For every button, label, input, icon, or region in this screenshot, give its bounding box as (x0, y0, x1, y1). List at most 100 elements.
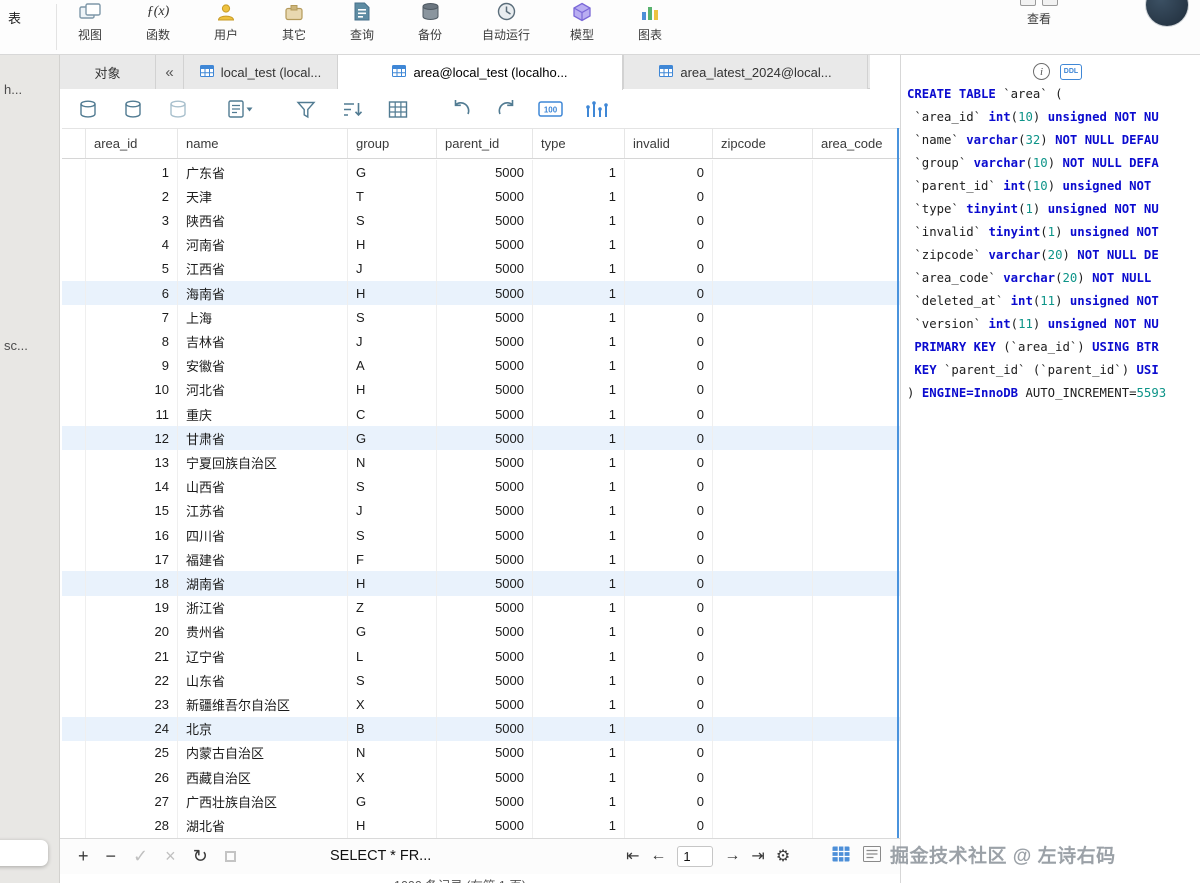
cell-area_id[interactable]: 19 (86, 595, 178, 620)
cell-type[interactable]: 1 (533, 595, 625, 620)
cell-area_id[interactable]: 10 (86, 377, 178, 403)
cell-parent_id[interactable]: 5000 (437, 450, 533, 475)
cell-zipcode[interactable] (713, 668, 813, 693)
cell-invalid[interactable]: 0 (625, 426, 713, 451)
column-header-area_id[interactable]: area_id (86, 129, 178, 158)
toolbar-item-viewmode[interactable]: 查看 (1010, 0, 1068, 54)
rollback-icon[interactable] (168, 98, 188, 120)
cell-type[interactable]: 1 (533, 498, 625, 524)
cell-zipcode[interactable] (713, 256, 813, 282)
cell-group[interactable]: J (348, 256, 437, 282)
cell-group[interactable]: L (348, 644, 437, 669)
cell-name[interactable]: 北京 (178, 716, 348, 741)
cell-group[interactable]: H (348, 281, 437, 306)
cell-area_id[interactable]: 15 (86, 498, 178, 524)
cell-area_id[interactable]: 23 (86, 692, 178, 717)
cell-parent_id[interactable]: 5000 (437, 740, 533, 766)
cell-group[interactable]: T (348, 184, 437, 209)
column-header-name[interactable]: name (178, 129, 348, 158)
cell-zipcode[interactable] (713, 619, 813, 645)
page-number-input[interactable] (677, 845, 714, 867)
cell-type[interactable]: 1 (533, 377, 625, 403)
cell-invalid[interactable]: 0 (625, 668, 713, 693)
cell-area_id[interactable]: 1 (86, 160, 178, 185)
panel-toggle-icon[interactable] (1020, 0, 1036, 6)
tab-area-table[interactable]: area@local_test (localho... (338, 55, 623, 90)
tabs-scroll-left-button[interactable]: « (156, 55, 184, 89)
cell-area_id[interactable]: 21 (86, 644, 178, 669)
cell-area_code[interactable] (813, 499, 900, 523)
prev-page-button[interactable]: ← (650, 847, 666, 865)
cell-name[interactable]: 四川省 (178, 523, 348, 548)
pane-splitter[interactable] (897, 128, 899, 838)
row-gutter[interactable] (62, 789, 86, 814)
cell-group[interactable]: A (348, 353, 437, 378)
cell-invalid[interactable]: 0 (625, 813, 713, 838)
toolbar-item-model[interactable]: 模型 (548, 0, 616, 54)
cell-type[interactable]: 1 (533, 716, 625, 741)
object-type-label[interactable]: 表 (8, 8, 21, 27)
cell-zipcode[interactable] (713, 305, 813, 330)
cell-area_id[interactable]: 9 (86, 353, 178, 378)
cell-name[interactable]: 广东省 (178, 160, 348, 185)
cell-zipcode[interactable] (713, 765, 813, 790)
row-gutter[interactable] (62, 353, 86, 378)
cell-area_code[interactable] (813, 523, 900, 547)
cell-area_id[interactable]: 17 (86, 547, 178, 572)
toolbar-item-backup[interactable]: 备份 (396, 0, 464, 54)
cell-name[interactable]: 河南省 (178, 232, 348, 257)
cell-area_code[interactable] (813, 475, 900, 499)
column-header-parent_id[interactable]: parent_id (437, 129, 533, 158)
cell-parent_id[interactable]: 5000 (437, 595, 533, 620)
cell-group[interactable]: G (348, 160, 437, 185)
cell-area_id[interactable]: 13 (86, 450, 178, 475)
cell-area_code[interactable] (813, 426, 900, 450)
next-page-button[interactable]: → (724, 847, 740, 865)
row-gutter[interactable] (62, 232, 86, 257)
settings-gear-icon[interactable]: ⚙ (776, 846, 790, 866)
cell-area_id[interactable]: 7 (86, 305, 178, 330)
cell-name[interactable]: 新疆维吾尔自治区 (178, 692, 348, 717)
delete-record-button[interactable]: − (106, 846, 117, 867)
cell-name[interactable]: 天津 (178, 184, 348, 209)
cell-zipcode[interactable] (713, 474, 813, 499)
cell-type[interactable]: 1 (533, 571, 625, 596)
cell-type[interactable]: 1 (533, 160, 625, 185)
cell-group[interactable]: S (348, 474, 437, 499)
cell-area_code[interactable] (813, 305, 900, 329)
cell-zipcode[interactable] (713, 184, 813, 209)
cell-zipcode[interactable] (713, 692, 813, 717)
row-gutter[interactable] (62, 208, 86, 233)
cell-group[interactable]: G (348, 789, 437, 814)
cell-parent_id[interactable]: 5000 (437, 184, 533, 209)
cell-type[interactable]: 1 (533, 692, 625, 717)
row-gutter[interactable] (62, 692, 86, 717)
cell-name[interactable]: 重庆 (178, 402, 348, 427)
cell-name[interactable]: 宁夏回族自治区 (178, 450, 348, 475)
cell-parent_id[interactable]: 5000 (437, 208, 533, 233)
cell-invalid[interactable]: 0 (625, 474, 713, 499)
cell-invalid[interactable]: 0 (625, 789, 713, 814)
cell-zipcode[interactable] (713, 426, 813, 451)
cell-group[interactable]: H (348, 232, 437, 257)
cell-parent_id[interactable]: 5000 (437, 402, 533, 427)
cell-group[interactable]: B (348, 716, 437, 741)
cell-invalid[interactable]: 0 (625, 305, 713, 330)
cell-area_code[interactable] (813, 160, 900, 184)
cell-type[interactable]: 1 (533, 256, 625, 282)
cell-type[interactable]: 1 (533, 208, 625, 233)
cell-area_code[interactable] (813, 668, 900, 692)
cell-type[interactable]: 1 (533, 474, 625, 499)
cell-area_id[interactable]: 25 (86, 740, 178, 766)
cell-group[interactable]: Z (348, 595, 437, 620)
cell-invalid[interactable]: 0 (625, 329, 713, 354)
cell-invalid[interactable]: 0 (625, 765, 713, 790)
toolbar-item-chart[interactable]: 图表 (616, 0, 684, 54)
cell-invalid[interactable]: 0 (625, 208, 713, 233)
cell-area_id[interactable]: 22 (86, 668, 178, 693)
cell-name[interactable]: 福建省 (178, 547, 348, 572)
cell-group[interactable]: N (348, 450, 437, 475)
row-gutter[interactable] (62, 716, 86, 741)
cell-invalid[interactable]: 0 (625, 184, 713, 209)
cell-area_code[interactable] (813, 596, 900, 620)
